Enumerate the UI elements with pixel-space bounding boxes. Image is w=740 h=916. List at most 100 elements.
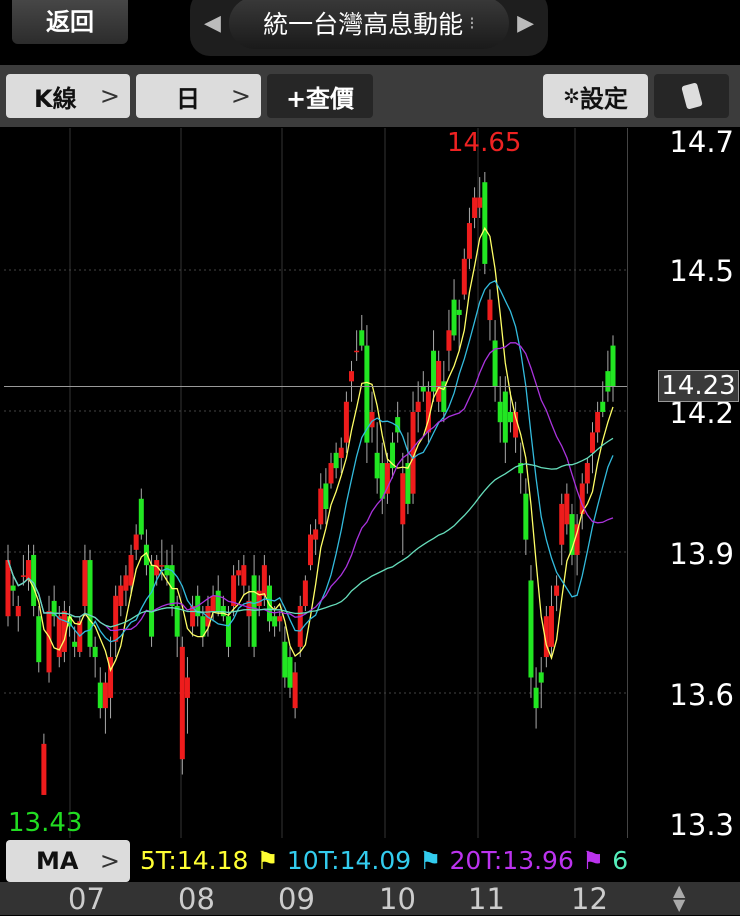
candle-up (308, 534, 313, 566)
ma-label: MA (36, 847, 79, 875)
rotate-phone-icon (680, 82, 703, 110)
low-price-annotation: 13.43 (8, 808, 83, 838)
candle-down (451, 299, 457, 336)
month-label: 12 (571, 882, 608, 916)
candle-up (297, 606, 303, 647)
candle-down (164, 565, 170, 576)
month-label: 09 (278, 882, 315, 916)
candle-up (564, 493, 570, 525)
fund-title[interactable]: 統一台灣高息動能 ⁝ (228, 0, 510, 49)
flag-icon: ⚑ (256, 846, 279, 875)
candle-up (128, 554, 134, 586)
candle-down (174, 606, 180, 637)
candle-down (282, 641, 288, 678)
candle-up (118, 585, 124, 607)
chart-type-button[interactable]: K線 > (6, 74, 130, 118)
candle-up (354, 350, 360, 353)
candle-up (210, 595, 216, 612)
settings-button[interactable]: ✲ 設定 (543, 74, 648, 118)
candle-up (261, 565, 267, 596)
candle-up (159, 565, 165, 567)
month-label: 11 (468, 882, 505, 916)
candle-up (313, 529, 319, 540)
candle-down (323, 483, 329, 509)
candle-down (87, 560, 93, 647)
candle-up (400, 473, 406, 525)
candle-up (343, 401, 349, 443)
candle-down (374, 452, 380, 479)
candle-down (497, 401, 503, 423)
candle-down (36, 616, 42, 663)
flag-icon: ⚑ (419, 846, 442, 875)
candle-down (605, 371, 611, 392)
rotate-button[interactable] (654, 74, 729, 118)
price-label: 14.5 (669, 254, 734, 288)
candle-down (538, 672, 544, 683)
candle-down (507, 411, 513, 423)
candle-up (15, 606, 21, 617)
candle-down (149, 565, 155, 637)
candle-down (456, 309, 462, 315)
candle-up (256, 590, 262, 607)
candle-up (277, 616, 283, 622)
candle-up (41, 743, 47, 795)
prev-fund-icon[interactable]: ◀ (204, 11, 221, 36)
candle-up (241, 565, 247, 586)
month-label: 10 (379, 882, 416, 916)
ma10-legend: 10T:14.09 ⚑ (286, 846, 442, 875)
ma-legend: 5T:14.18 ⚑ 10T:14.09 ⚑ 20T:13.96 ⚑ 60T (140, 846, 627, 875)
gear-icon: ✲ (563, 84, 580, 108)
candle-down (528, 580, 534, 678)
candle-up (415, 401, 421, 412)
candle-up (436, 360, 442, 402)
candle-up (133, 534, 139, 550)
scroll-handle-icon[interactable]: ▲ ▼ (673, 883, 685, 913)
candle-down (251, 575, 257, 647)
candle-down (610, 345, 616, 387)
candle-down (272, 616, 278, 627)
candle-up (349, 371, 355, 382)
candle-down (502, 391, 508, 443)
chevron-right-icon: > (230, 82, 251, 110)
candle-up (338, 447, 344, 458)
price-label: 13.6 (669, 678, 734, 712)
candle-down (333, 452, 339, 469)
candle-up (548, 606, 554, 647)
candle-down (215, 590, 221, 612)
candle-up (328, 463, 334, 484)
candle-up (589, 432, 595, 453)
period-button[interactable]: 日 > (136, 74, 261, 118)
candle-down (92, 646, 98, 658)
candle-down (138, 498, 144, 535)
candle-up (318, 488, 324, 525)
candle-up (292, 672, 298, 709)
period-label: 日 (176, 84, 200, 113)
candle-up (595, 411, 601, 433)
ma5-line (7, 226, 614, 673)
candlestick-chart[interactable] (4, 128, 627, 838)
candle-down (431, 350, 437, 392)
candle-up (82, 560, 88, 607)
quote-button[interactable]: +查價 (267, 74, 373, 118)
ma20-legend: 20T:13.96 ⚑ (449, 846, 605, 875)
candle-up (584, 463, 590, 484)
candle-down (492, 340, 498, 387)
candle-up (184, 677, 190, 698)
ma5-legend: 5T:14.18 ⚑ (140, 846, 279, 875)
chevron-right-icon: > (99, 847, 120, 875)
ma-legend-bar: MA > 5T:14.18 ⚑ 10T:14.09 ⚑ 20T:13.96 ⚑ 6… (0, 838, 627, 882)
candle-down (359, 330, 365, 346)
chevron-right-icon: > (99, 82, 120, 110)
next-fund-icon[interactable]: ▶ (517, 11, 534, 36)
ma10-line (7, 279, 614, 643)
candle-up (20, 575, 26, 577)
candle-up (487, 299, 493, 321)
chart-toolbar: K線 > 日 > +查價 ✲ 設定 (0, 65, 740, 127)
candle-up (559, 503, 565, 545)
candle-down (533, 687, 539, 709)
price-label: 13.9 (669, 537, 734, 571)
back-button[interactable]: 返回 (12, 0, 128, 44)
ma-button[interactable]: MA > (6, 840, 130, 882)
candle-down (600, 401, 606, 412)
candle-up (461, 258, 467, 295)
